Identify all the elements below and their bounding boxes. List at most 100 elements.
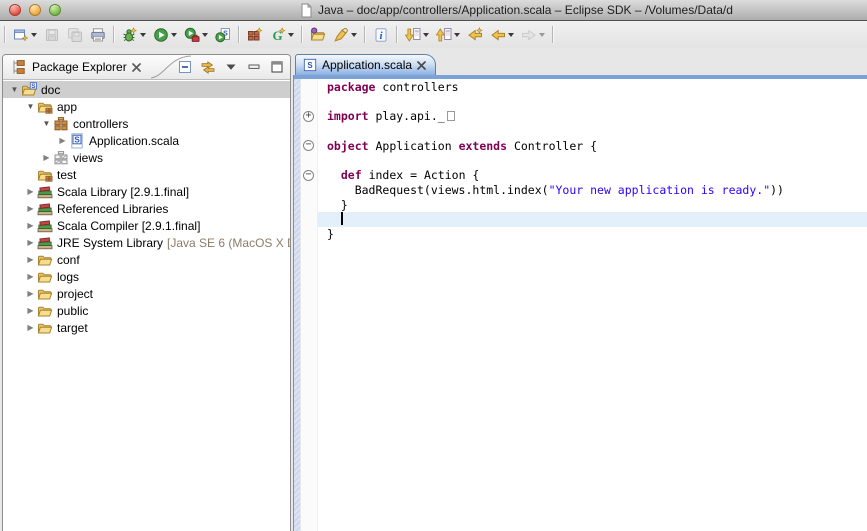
- package-explorer-view: Package Explorer ▼Sdoc▼app▼controllers▶S…: [2, 54, 291, 531]
- dropdown-arrow-icon[interactable]: [508, 33, 514, 37]
- editor-tab-application-scala[interactable]: S Application.scala: [295, 54, 436, 75]
- tree-item-app[interactable]: ▼app: [3, 98, 290, 115]
- expand-arrow-icon[interactable]: ▶: [24, 238, 37, 247]
- fold-toggle-icon[interactable]: +: [303, 111, 314, 122]
- dropdown-arrow-icon[interactable]: [539, 33, 545, 37]
- collapse-all-icon: [177, 59, 193, 75]
- tree-item-views[interactable]: ▶views: [3, 149, 290, 166]
- tree-item-project[interactable]: ▶project: [3, 285, 290, 302]
- fold-toggle-icon[interactable]: −: [303, 170, 314, 181]
- code-line[interactable]: [317, 95, 867, 110]
- tree-item-test[interactable]: test: [3, 166, 290, 183]
- code-token: [327, 212, 341, 226]
- maximize-view-button[interactable]: [269, 59, 285, 75]
- folded-region-box[interactable]: [447, 111, 455, 121]
- tree-item-scala-compiler-2-9-1-final[interactable]: ▶Scala Compiler [2.9.1.final]: [3, 217, 290, 234]
- new-element-wizard-button[interactable]: G: [268, 26, 296, 44]
- expand-arrow-icon[interactable]: ▶: [24, 323, 37, 332]
- dropdown-arrow-icon[interactable]: [454, 33, 460, 37]
- fold-gutter[interactable]: + − −: [301, 79, 318, 531]
- dropdown-arrow-icon[interactable]: [171, 33, 177, 37]
- package-explorer-tab[interactable]: Package Explorer: [3, 55, 147, 79]
- code-line[interactable]: BadRequest(views.html.index("Your new ap…: [317, 183, 867, 198]
- close-icon[interactable]: [132, 63, 141, 72]
- close-button[interactable]: [9, 4, 21, 16]
- library-icon: [37, 184, 53, 200]
- link-with-editor-button[interactable]: [200, 59, 216, 75]
- code-line[interactable]: }: [317, 198, 867, 213]
- toolbar-group: [303, 26, 364, 44]
- expand-arrow-icon[interactable]: ▶: [56, 136, 69, 145]
- minimize-view-button[interactable]: [246, 59, 262, 75]
- tree-item-application-scala[interactable]: ▶SApplication.scala: [3, 132, 290, 149]
- toggle-implicit-highlighting-button[interactable]: i: [371, 26, 391, 44]
- dropdown-arrow-icon[interactable]: [140, 33, 146, 37]
- code-line[interactable]: [317, 153, 867, 168]
- tree-item-label: controllers: [73, 117, 128, 131]
- link-editor-icon: [200, 59, 216, 75]
- minimize-button[interactable]: [29, 4, 41, 16]
- quickdiff-ruler[interactable]: [294, 79, 301, 531]
- last-edit-location-button[interactable]: [465, 26, 485, 44]
- tree-item-jre-system-library[interactable]: ▶JRE System Library[Java SE 6 (MacOS X D…: [3, 234, 290, 251]
- svg-text:S: S: [31, 83, 36, 90]
- tree-item-logs[interactable]: ▶logs: [3, 268, 290, 285]
- expand-arrow-icon[interactable]: ▶: [40, 153, 53, 162]
- new-java-project-button[interactable]: [245, 26, 265, 44]
- back-button[interactable]: [488, 26, 516, 44]
- expand-arrow-icon[interactable]: ▶: [24, 187, 37, 196]
- window-title-text: Java – doc/app/controllers/Application.s…: [318, 3, 733, 17]
- tree-item-scala-library-2-9-1-final[interactable]: ▶Scala Library [2.9.1.final]: [3, 183, 290, 200]
- code-line[interactable]: import play.api._: [317, 109, 867, 124]
- expand-arrow-icon[interactable]: ▶: [24, 306, 37, 315]
- debug-button[interactable]: [120, 26, 148, 44]
- print-button[interactable]: [88, 26, 108, 44]
- title-bar[interactable]: Java – doc/app/controllers/Application.s…: [0, 0, 867, 21]
- code-line[interactable]: def index = Action {: [317, 168, 867, 183]
- dropdown-arrow-icon[interactable]: [288, 33, 294, 37]
- view-menu-button[interactable]: [223, 59, 239, 75]
- close-icon[interactable]: [417, 61, 426, 70]
- tree-item-public[interactable]: ▶public: [3, 302, 290, 319]
- dropdown-arrow-icon[interactable]: [202, 33, 208, 37]
- code-line[interactable]: package controllers: [317, 80, 867, 95]
- print-icon: [90, 27, 106, 43]
- open-resource-button[interactable]: [308, 26, 328, 44]
- tree-item-conf[interactable]: ▶conf: [3, 251, 290, 268]
- info-icon: i: [373, 27, 389, 43]
- expand-arrow-icon[interactable]: ▶: [24, 272, 37, 281]
- code-line[interactable]: }: [317, 227, 867, 242]
- code-editor[interactable]: + − − package controllers import play.api._…: [294, 79, 867, 531]
- mark-occurrences-button[interactable]: [331, 26, 359, 44]
- expand-arrow-icon[interactable]: ▼: [40, 119, 53, 128]
- expand-arrow-icon[interactable]: ▼: [8, 85, 21, 94]
- expand-arrow-icon[interactable]: ▶: [24, 255, 37, 264]
- code-line[interactable]: [317, 212, 867, 227]
- folder-icon: [37, 320, 53, 336]
- run-last-launched-button[interactable]: S: [213, 26, 233, 44]
- dropdown-arrow-icon[interactable]: [351, 33, 357, 37]
- run-button[interactable]: [151, 26, 179, 44]
- new-wizard-button[interactable]: [11, 26, 39, 44]
- tree-item-target[interactable]: ▶target: [3, 319, 290, 336]
- package-explorer-icon: [11, 59, 27, 75]
- expand-arrow-icon[interactable]: ▶: [24, 221, 37, 230]
- dropdown-arrow-icon[interactable]: [31, 33, 37, 37]
- tree-item-referenced-libraries[interactable]: ▶Referenced Libraries: [3, 200, 290, 217]
- code-line[interactable]: object Application extends Controller {: [317, 139, 867, 154]
- next-annotation-button[interactable]: [403, 26, 431, 44]
- code-line[interactable]: [317, 124, 867, 139]
- external-tools-button[interactable]: [182, 26, 210, 44]
- expand-arrow-icon[interactable]: ▼: [24, 102, 37, 111]
- dropdown-arrow-icon[interactable]: [423, 33, 429, 37]
- expand-arrow-icon[interactable]: ▶: [24, 289, 37, 298]
- tree-item-doc[interactable]: ▼Sdoc: [3, 81, 290, 98]
- zoom-button[interactable]: [49, 4, 61, 16]
- previous-annotation-button[interactable]: [434, 26, 462, 44]
- fold-toggle-icon[interactable]: −: [303, 140, 314, 151]
- collapse-all-button[interactable]: [177, 59, 193, 75]
- new-wizard-icon: [13, 27, 29, 43]
- save-button: [42, 26, 62, 44]
- tree-item-controllers[interactable]: ▼ controllers: [3, 115, 290, 132]
- expand-arrow-icon[interactable]: ▶: [24, 204, 37, 213]
